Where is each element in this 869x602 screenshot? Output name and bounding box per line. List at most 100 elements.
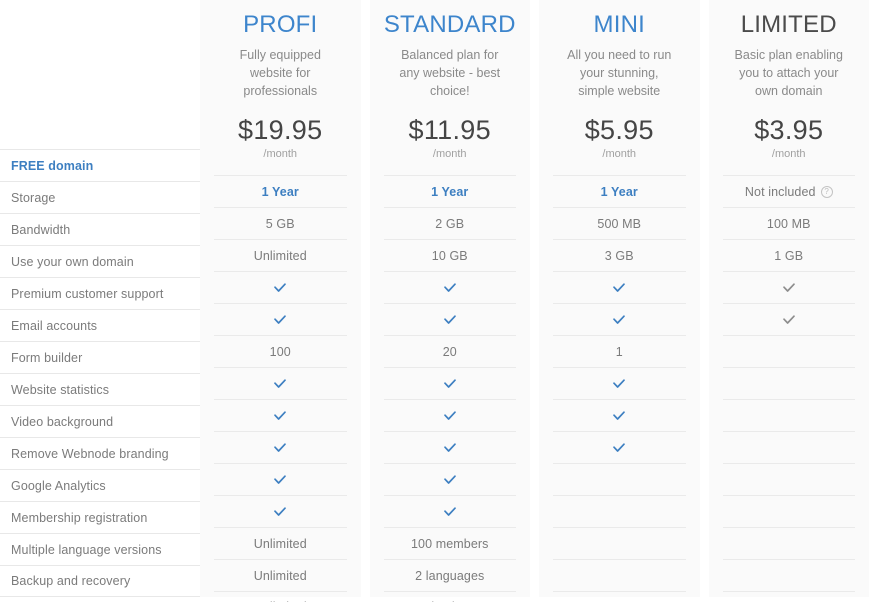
checkmark-icon (612, 377, 626, 391)
checkmark-icon (273, 473, 287, 487)
plan-feature-cell: Unlimited (214, 591, 347, 602)
checkmark-icon (612, 281, 626, 295)
checkmark-icon (612, 313, 626, 327)
plan-feature-cell: Unlimited (214, 527, 347, 559)
plan-feature-cell (722, 495, 855, 527)
pricing-comparison-table: FREE domain Storage Bandwidth Use your own … (0, 0, 869, 602)
feature-label-row: Email accounts (0, 309, 200, 341)
plan-feature-cell (383, 431, 516, 463)
cell-value: 3 GB (604, 248, 634, 263)
plan-name[interactable]: MINI (549, 8, 690, 42)
plan-feature-cell (722, 399, 855, 431)
feature-label-row: Website statistics (0, 373, 200, 405)
plan-feature-cell: 1 (553, 335, 686, 367)
plan-feature-cell (553, 431, 686, 463)
feature-label-row: Google Analytics (0, 469, 200, 501)
plan-feature-cells: 1 Year 500 MB 3 GB 1 (539, 175, 700, 602)
checkmark-icon (443, 313, 457, 327)
feature-label-text: Website statistics (11, 382, 110, 397)
plan-feature-cell: 100 MB (722, 207, 855, 239)
plan-price: $11.95 (408, 115, 491, 145)
plan-feature-cell: 5 GB (214, 207, 347, 239)
checkmark-icon (273, 377, 287, 391)
plan-name[interactable]: LIMITED (719, 8, 860, 42)
plan-column: PROFI Fully equipped website for professi… (200, 0, 361, 602)
feature-label-column: FREE domain Storage Bandwidth Use your own … (0, 0, 200, 597)
cell-value: 1 Year (261, 184, 299, 199)
plan-feature-cell: 3 GB (553, 239, 686, 271)
plan-name[interactable]: PROFI (210, 8, 351, 42)
plan-feature-cell (722, 431, 855, 463)
cell-value: 1 Year (431, 184, 469, 199)
plan-feature-cell (722, 335, 855, 367)
feature-label-row: Multiple language versions (0, 533, 200, 565)
plan-feature-cell (553, 271, 686, 303)
checkmark-icon (612, 441, 626, 455)
plan-feature-cell (214, 271, 347, 303)
checkmark-icon (443, 505, 457, 519)
feature-label-text: Backup and recovery (11, 574, 131, 588)
plan-feature-cell: 10 GB (383, 239, 516, 271)
plan-feature-cells: Not included? 100 MB 1 GB (709, 175, 869, 602)
feature-label-row: Use your own domain (0, 245, 200, 277)
feature-label-text: Multiple language versions (11, 542, 162, 557)
plan-columns: PROFI Fully equipped website for professi… (200, 0, 869, 602)
feature-label-row: FREE domain (0, 149, 200, 181)
plan-header: STANDARD Balanced plan for any website - … (370, 0, 531, 167)
plan-feature-cell: 1 Year (553, 175, 686, 207)
plan-feature-cell (722, 271, 855, 303)
feature-label-row: Video background (0, 405, 200, 437)
cell-value: 20 (442, 344, 457, 359)
checkmark-icon (782, 281, 796, 295)
cell-value-with-info: Not included? (745, 185, 833, 199)
plan-name[interactable]: STANDARD (380, 8, 521, 42)
feature-label-text: FREE domain (11, 158, 94, 173)
plan-feature-cell (383, 399, 516, 431)
plan-feature-cell (553, 527, 686, 559)
plan-feature-cell (722, 303, 855, 335)
checkmark-icon (443, 409, 457, 423)
checkmark-icon (443, 281, 457, 295)
feature-label-text: Email accounts (11, 318, 98, 333)
plan-price: $19.95 (238, 115, 323, 145)
cell-value: 500 MB (597, 216, 642, 231)
checkmark-icon (273, 409, 287, 423)
plan-feature-cell (553, 495, 686, 527)
feature-label-row: Remove Webnode branding (0, 437, 200, 469)
plan-header: PROFI Fully equipped website for professi… (200, 0, 361, 167)
feature-label-row: Storage (0, 181, 200, 213)
cell-value: 10 GB (431, 248, 468, 263)
plan-feature-cell (383, 495, 516, 527)
plan-feature-cell (383, 367, 516, 399)
plan-feature-cell: 2 languages (383, 559, 516, 591)
feature-label-row: Premium customer support (0, 277, 200, 309)
plan-feature-cell (214, 399, 347, 431)
question-mark-icon[interactable]: ? (820, 185, 833, 198)
plan-header: MINI All you need to run your stunning, s… (539, 0, 700, 167)
plan-feature-cell (553, 559, 686, 591)
plan-feature-cells: 1 Year 2 GB 10 GB 20 100 members 2 languages 5… (370, 175, 531, 602)
plan-feature-cell (214, 463, 347, 495)
cell-value: 2 GB (435, 216, 465, 231)
feature-label-row: Backup and recovery (0, 565, 200, 597)
plan-column: MINI All you need to run your stunning, s… (539, 0, 700, 602)
feature-label-row: Membership registration (0, 501, 200, 533)
plan-feature-cell: 1 Year (214, 175, 347, 207)
feature-label-row: Bandwidth (0, 213, 200, 245)
cell-value: 100 (269, 344, 291, 359)
checkmark-icon (273, 281, 287, 295)
plan-description: Balanced plan for any website - best cho… (399, 48, 501, 98)
plan-feature-cell (214, 367, 347, 399)
plan-feature-cell (383, 271, 516, 303)
plan-feature-cell (553, 303, 686, 335)
plan-feature-cell (383, 463, 516, 495)
plan-feature-cell: 5 backups (383, 591, 516, 602)
plan-feature-cell (214, 431, 347, 463)
feature-label-text: Use your own domain (11, 254, 134, 269)
plan-price: $3.95 (754, 115, 824, 145)
plan-header: LIMITED Basic plan enabling you to attach… (709, 0, 869, 167)
plan-feature-cell: 100 members (383, 527, 516, 559)
plan-feature-cell (553, 399, 686, 431)
cell-value: Not included (744, 184, 816, 199)
plan-feature-cell (722, 463, 855, 495)
